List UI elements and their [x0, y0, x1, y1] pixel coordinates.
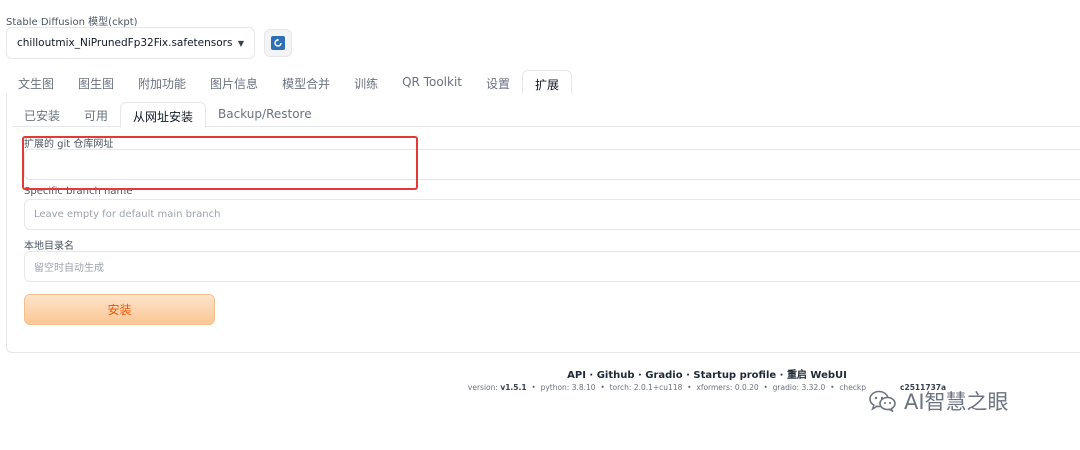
watermark: AI智慧之眼	[868, 386, 1009, 416]
checkpoint-dropdown[interactable]: chilloutmix_NiPrunedFp32Fix.safetensors …	[6, 27, 255, 59]
tab-qr-toolkit[interactable]: QR Toolkit	[390, 70, 474, 95]
reload-webui-link[interactable]: 重启 WebUI	[787, 370, 847, 381]
startup-profile-link[interactable]: Startup profile	[693, 370, 776, 381]
chevron-down-icon: ▼	[237, 38, 244, 48]
git-url-label: 扩展的 git 仓库网址	[24, 139, 114, 150]
watermark-text: AI智慧之眼	[904, 390, 1009, 414]
tab-installed[interactable]: 已安装	[12, 102, 72, 127]
footer-separator: ·	[585, 370, 597, 381]
refresh-icon	[271, 36, 285, 50]
tab-train[interactable]: 训练	[342, 70, 390, 95]
version-label: version:	[467, 383, 501, 392]
tab-txt2img[interactable]: 文生图	[6, 70, 66, 95]
tab-extensions[interactable]: 扩展	[522, 70, 573, 96]
install-button[interactable]: 安装	[24, 294, 215, 325]
tab-available[interactable]: 可用	[72, 102, 120, 127]
footer-bullet: •	[830, 383, 835, 392]
extension-sub-tabs: 已安装 可用 从网址安装 Backup/Restore	[12, 102, 1080, 128]
version-value: v1.5.1	[500, 383, 527, 392]
checkpoint-label: checkp	[839, 383, 867, 392]
dir-name-input[interactable]: 留空时自动生成	[24, 251, 1080, 282]
tab-png-info[interactable]: 图片信息	[198, 70, 270, 95]
footer-bullet: •	[687, 383, 692, 392]
footer-separator: ·	[634, 370, 646, 381]
tab-settings[interactable]: 设置	[474, 70, 522, 95]
main-tabs: 文生图 图生图 附加功能 图片信息 模型合并 训练 QR Toolkit 设置 …	[6, 70, 1080, 96]
ckpt-label: Stable Diffusion 模型(ckpt)	[6, 17, 138, 28]
footer-bullet: •	[600, 383, 605, 392]
api-link[interactable]: API	[567, 370, 586, 381]
git-url-input[interactable]	[24, 149, 1080, 180]
xformers-version: xformers: 0.0.20	[696, 383, 759, 392]
tab-backup-restore[interactable]: Backup/Restore	[206, 102, 324, 127]
wechat-icon	[868, 389, 898, 413]
dir-name-label: 本地目录名	[24, 241, 74, 252]
branch-input[interactable]: Leave empty for default main branch	[24, 199, 1080, 230]
branch-label: Specific branch name	[24, 186, 133, 197]
footer-separator: ·	[776, 370, 787, 381]
footer-links: API · Github · Gradio · Startup profile …	[0, 366, 1080, 381]
tab-checkpoint-merger[interactable]: 模型合并	[270, 70, 342, 95]
github-link[interactable]: Github	[597, 370, 635, 381]
checkpoint-value: chilloutmix_NiPrunedFp32Fix.safetensors …	[17, 37, 232, 49]
footer-bullet: •	[531, 383, 536, 392]
gradio-link[interactable]: Gradio	[645, 370, 682, 381]
footer-bullet: •	[763, 383, 768, 392]
footer-separator: ·	[682, 370, 694, 381]
tab-install-from-url[interactable]: 从网址安装	[120, 102, 207, 128]
tab-extras[interactable]: 附加功能	[126, 70, 198, 95]
refresh-checkpoint-button[interactable]	[264, 29, 292, 57]
python-version: python: 3.8.10	[540, 383, 596, 392]
torch-version: torch: 2.0.1+cu118	[609, 383, 683, 392]
tab-img2img[interactable]: 图生图	[66, 70, 126, 95]
gradio-version: gradio: 3.32.0	[772, 383, 826, 392]
